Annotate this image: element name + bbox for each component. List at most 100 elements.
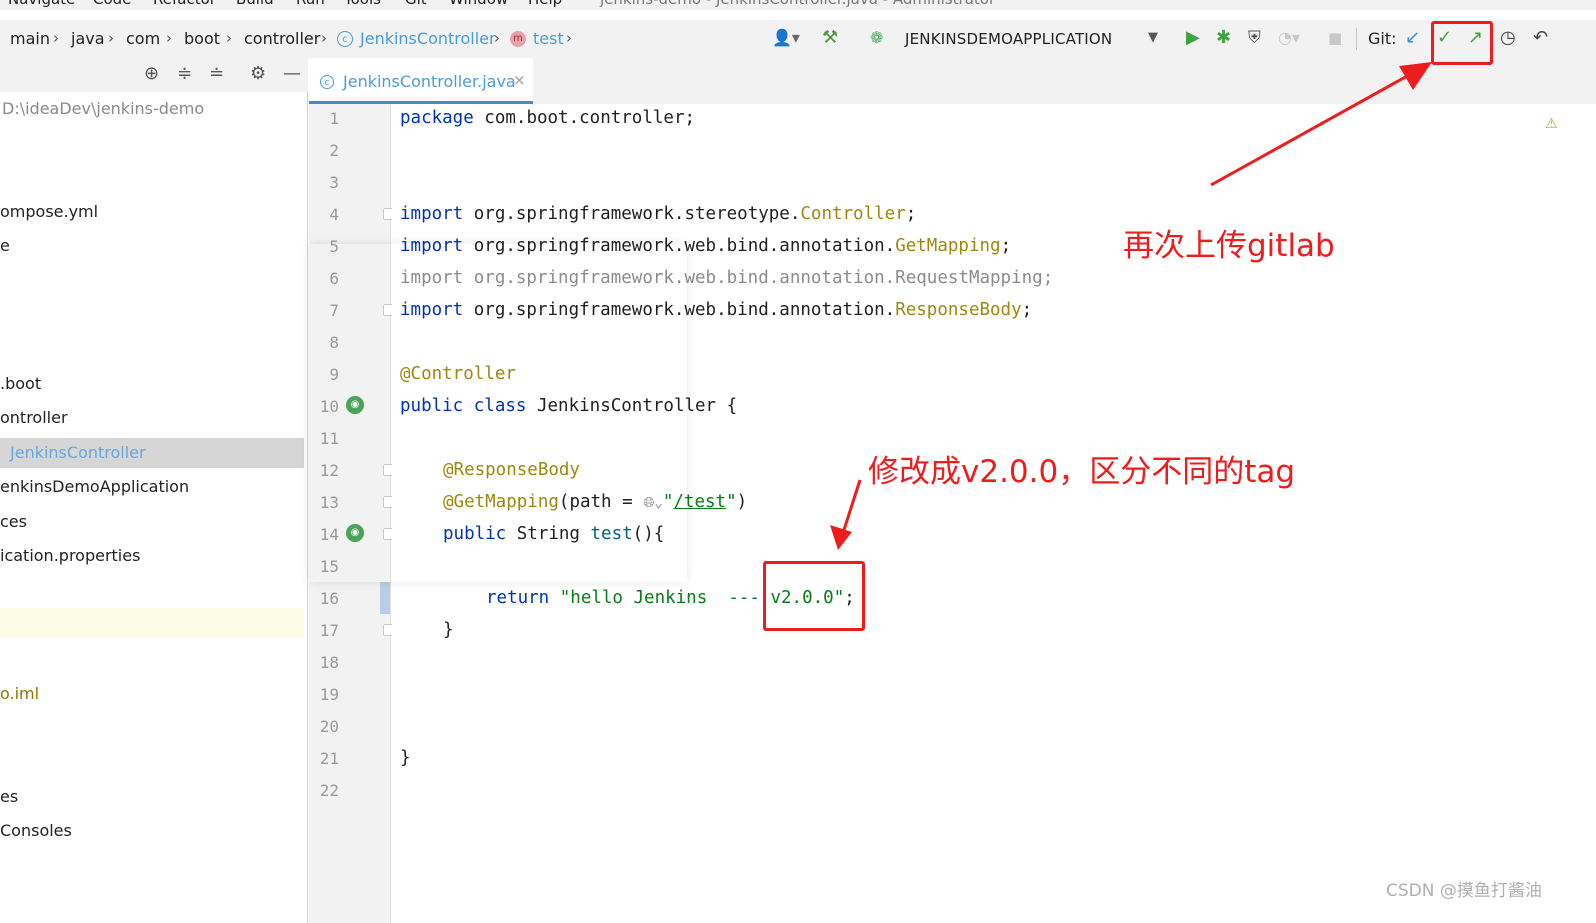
- chevron-right-icon: ›: [166, 29, 172, 47]
- project-tree: D:\ideaDev\jenkins-demo ompose.yml e .bo…: [0, 92, 308, 923]
- tree-item-resources[interactable]: ces: [0, 507, 304, 537]
- menu-run[interactable]: Run: [296, 0, 325, 8]
- run-config-selector[interactable]: JENKINSDEMOAPPLICATION: [905, 30, 1112, 48]
- code-line-12: @ResponseBody: [443, 460, 580, 480]
- user-icon[interactable]: 👤▾: [772, 27, 800, 49]
- menu-code[interactable]: Code: [93, 0, 131, 8]
- annotation: @GetMapping: [443, 492, 559, 512]
- breadcrumb-test[interactable]: test: [533, 29, 564, 48]
- spring-bean-icon[interactable]: ◉: [346, 396, 364, 414]
- menu-window[interactable]: Window: [449, 0, 508, 8]
- menu-git[interactable]: Git: [405, 0, 427, 8]
- expand-all-icon[interactable]: ≑: [177, 63, 192, 85]
- locate-target-icon[interactable]: ⊕: [144, 63, 159, 85]
- tab-label: JenkinsController.java: [343, 72, 516, 91]
- tab-jenkinscontroller[interactable]: c JenkinsController.java ×: [309, 58, 533, 104]
- menu-help[interactable]: Help: [528, 0, 562, 8]
- tree-item-controller[interactable]: ontroller: [0, 403, 304, 433]
- minimize-icon[interactable]: —: [283, 63, 301, 85]
- tree-item-boot[interactable]: .boot: [0, 369, 304, 399]
- breadcrumb-boot[interactable]: boot: [184, 29, 220, 48]
- class-icon: c: [337, 31, 353, 47]
- gear-icon[interactable]: ⚙: [250, 63, 266, 85]
- line-number: 20: [319, 717, 339, 736]
- spring-endpoint-icon[interactable]: ◉: [346, 524, 364, 542]
- line-number: 21: [319, 749, 339, 768]
- keyword: import: [400, 236, 464, 256]
- tree-item-consoles[interactable]: Consoles: [0, 816, 304, 846]
- change-marker: [380, 582, 390, 614]
- debug-bug-icon[interactable]: ✱: [1216, 27, 1231, 49]
- tree-item-iml[interactable]: o.iml: [0, 679, 304, 709]
- class-ref: ResponseBody: [895, 300, 1022, 320]
- warning-icon[interactable]: ⚠: [1545, 116, 1558, 132]
- string-quote: ": [726, 492, 737, 512]
- run-icon[interactable]: ▶: [1186, 27, 1200, 49]
- code-text: (path =: [558, 492, 644, 512]
- breadcrumb-jenkinscontroller[interactable]: JenkinsController: [360, 29, 496, 48]
- code-text: ;: [905, 204, 917, 224]
- menu-navigate[interactable]: Navigate: [8, 0, 75, 8]
- code-editor[interactable]: package com.boot.controller; import org.…: [392, 104, 1596, 923]
- breadcrumb-com[interactable]: com: [126, 29, 160, 48]
- line-number: 18: [319, 653, 339, 672]
- tree-item-e[interactable]: e: [0, 231, 304, 261]
- tree-item-highlighted[interactable]: [0, 608, 304, 638]
- chevron-right-icon: ›: [226, 29, 232, 47]
- code-line-9: @Controller: [400, 364, 516, 384]
- line-number: 17: [319, 621, 339, 640]
- line-number: 14: [319, 525, 339, 544]
- globe-icon[interactable]: 🌐︎⌄: [643, 495, 663, 511]
- tree-item-compose[interactable]: ompose.yml: [0, 197, 304, 227]
- project-root-path[interactable]: D:\ideaDev\jenkins-demo: [2, 94, 306, 124]
- line-number: 15: [319, 557, 339, 576]
- tree-item-application[interactable]: enkinsDemoApplication: [0, 472, 304, 502]
- tree-item-jenkinscontroller[interactable]: JenkinsController: [0, 438, 304, 468]
- menu-refactor[interactable]: Refactor: [153, 0, 216, 8]
- tree-item-libraries[interactable]: es: [0, 782, 304, 812]
- chevron-right-icon: ›: [53, 29, 59, 47]
- breadcrumb-java[interactable]: java: [71, 29, 105, 48]
- collapse-all-icon[interactable]: ≐: [209, 63, 224, 85]
- profile-icon[interactable]: ◔▾: [1278, 27, 1300, 49]
- git-update-icon[interactable]: ↙: [1405, 27, 1420, 49]
- chevron-right-icon: ›: [108, 29, 114, 47]
- code-text: (){: [632, 524, 665, 544]
- class-ref: Controller: [800, 204, 906, 224]
- keyword: return: [486, 588, 550, 608]
- git-label: Git:: [1368, 29, 1397, 48]
- breadcrumb-controller[interactable]: controller: [244, 29, 320, 48]
- version-annotation: 修改成v2.0.0，区分不同的tag: [868, 454, 1296, 490]
- line-number: 9: [329, 365, 339, 384]
- code-line-13: @GetMapping(path = 🌐︎⌄"/test"): [443, 488, 747, 520]
- chevron-down-icon[interactable]: ▼: [1148, 27, 1158, 49]
- code-text: ;: [1000, 236, 1012, 256]
- url-link[interactable]: /test: [673, 492, 726, 512]
- menu-build[interactable]: Build: [236, 0, 274, 8]
- line-number: 8: [329, 333, 339, 352]
- code-line-21: }: [400, 748, 411, 768]
- tree-item-properties[interactable]: ication.properties: [0, 541, 304, 571]
- code-text: String: [506, 524, 591, 544]
- close-icon[interactable]: ×: [513, 71, 526, 89]
- code-line-5: import org.springframework.web.bind.anno…: [400, 232, 1011, 264]
- code-text: org.springframework.web.bind.annotation.: [463, 300, 896, 320]
- code-text: JenkinsController {: [526, 396, 738, 416]
- git-commit-push-highlight: [1431, 21, 1493, 65]
- git-history-clock-icon[interactable]: ◷: [1500, 27, 1516, 49]
- keyword: import: [400, 204, 464, 224]
- build-hammer-icon[interactable]: ⚒: [822, 27, 838, 49]
- stop-icon[interactable]: ■: [1328, 27, 1342, 49]
- line-number: 11: [319, 429, 339, 448]
- line-number: 5: [329, 237, 339, 256]
- git-rollback-icon[interactable]: ↶: [1533, 27, 1548, 49]
- project-panel-header: ⊕ ≑ ≐ ⚙ —: [0, 58, 308, 92]
- method-icon: m: [510, 31, 526, 47]
- editor-gutter: 1 2 3 4 5 6 7 8 9 10 11 12 13 14 15 16 1…: [309, 104, 395, 923]
- breadcrumb-main[interactable]: main: [10, 29, 50, 48]
- menu-tools[interactable]: Tools: [344, 0, 381, 8]
- menu-bar: Navigate Code Refactor Build Run Tools G…: [0, 0, 1596, 10]
- coverage-icon[interactable]: ⛨: [1248, 27, 1261, 49]
- window-title: jenkins-demo - JenkinsController.java - …: [600, 0, 995, 8]
- toolbar-divider: [1356, 28, 1357, 50]
